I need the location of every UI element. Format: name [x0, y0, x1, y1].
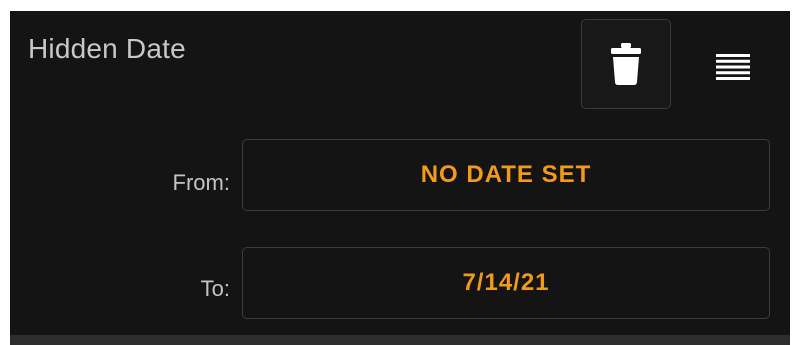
- panel-title: Hidden Date: [28, 33, 186, 64]
- to-date-value: 7/14/21: [462, 269, 550, 296]
- to-label: To:: [200, 276, 230, 301]
- delete-button[interactable]: [581, 19, 671, 109]
- from-date-field[interactable]: NO DATE SET: [242, 139, 770, 211]
- from-label: From:: [172, 170, 230, 195]
- menu-lines-icon: [716, 54, 750, 80]
- hidden-date-panel: Hidden Date From: NO DATE SET To: 7/14/2…: [10, 11, 790, 345]
- from-date-value: NO DATE SET: [420, 161, 592, 188]
- menu-button[interactable]: [712, 47, 754, 87]
- bottom-divider: [10, 335, 790, 345]
- trash-icon: [611, 43, 641, 85]
- to-date-field[interactable]: 7/14/21: [242, 247, 770, 319]
